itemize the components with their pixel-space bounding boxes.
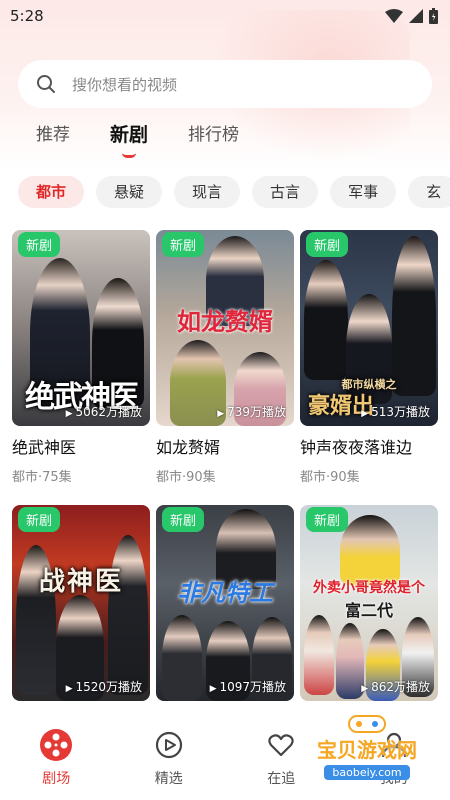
chip-fantasy[interactable]: 玄 (408, 176, 450, 208)
wifi-icon (385, 9, 403, 23)
poster-title-art: 战神医 (38, 567, 123, 597)
drama-poster: 新剧 如龙赘婿 739万播放 (156, 230, 294, 426)
chip-ancient-romance[interactable]: 古言 (252, 176, 319, 208)
search-placeholder: 搜你想看的视频 (72, 75, 178, 94)
poster-title-art: 如龙赘婿 (177, 307, 273, 336)
drama-poster: 新剧 战神医 1520万播放 (12, 505, 150, 701)
tab-ranking[interactable]: 排行榜 (188, 122, 239, 152)
poster-title-art: 外卖小哥竟然是个 (313, 580, 425, 596)
poster-figure (340, 515, 400, 585)
poster-figure (336, 623, 364, 699)
drama-poster: 新剧 外卖小哥竟然是个 富二代 862万播放 (300, 505, 438, 701)
new-drama-badge: 新剧 (18, 507, 61, 532)
chip-urban[interactable]: 都市 (18, 176, 85, 208)
new-drama-badge: 新剧 (162, 507, 205, 532)
drama-title: 如龙赘婿 (156, 438, 221, 457)
new-drama-badge: 新剧 (18, 232, 61, 257)
tab-new-drama[interactable]: 新剧 (110, 122, 149, 158)
battery-icon (429, 8, 438, 24)
nav-label: 精选 (154, 771, 183, 787)
poster-figure (304, 260, 348, 380)
gamepad-icon (348, 715, 386, 733)
drama-poster: 新剧 非凡特工 1097万播放 (156, 505, 294, 701)
nav-label: 剧场 (42, 771, 71, 787)
watermark-logo: 宝贝游戏网 baobeiy.com (302, 706, 432, 786)
poster-figure (304, 615, 334, 695)
new-drama-badge: 新剧 (306, 507, 349, 532)
drama-meta: 都市·75集 (12, 470, 72, 485)
drama-poster: 新剧 都市纵横之 豪婿出 513万播放 (300, 230, 438, 426)
drama-card[interactable]: 新剧 都市纵横之 豪婿出 513万播放 钟声夜夜落谁边 都市·90集 (300, 230, 438, 485)
nav-theater[interactable]: 剧场 (11, 728, 101, 788)
new-drama-badge: 新剧 (162, 232, 205, 257)
drama-meta: 都市·90集 (156, 470, 216, 485)
signal-icon (409, 9, 423, 23)
play-count: 862万播放 (361, 678, 430, 695)
watermark-url: baobeiy.com (324, 765, 410, 780)
drama-title: 钟声夜夜落谁边 (300, 438, 413, 457)
play-count: 1097万播放 (210, 678, 286, 695)
poster-title-art: 非凡特工 (177, 578, 273, 607)
status-time: 5:28 (10, 7, 44, 25)
tab-label: 排行榜 (188, 125, 240, 145)
tab-label: 新剧 (110, 124, 149, 146)
drama-title: 绝武神医 (12, 438, 77, 457)
play-count: 513万播放 (361, 403, 430, 420)
play-count: 739万播放 (217, 403, 286, 420)
new-drama-badge: 新剧 (306, 232, 349, 257)
drama-card[interactable]: 新剧 外卖小哥竟然是个 富二代 862万播放 (300, 505, 438, 701)
poster-figure (162, 615, 202, 701)
watermark-text: 宝贝游戏网 (317, 738, 417, 762)
chip-suspense[interactable]: 悬疑 (96, 176, 163, 208)
search-icon (37, 75, 55, 93)
search-input[interactable]: 搜你想看的视频 (18, 60, 432, 108)
status-icons (385, 8, 438, 24)
tab-label: 推荐 (36, 125, 70, 145)
drama-card[interactable]: 新剧 战神医 1520万播放 (12, 505, 150, 701)
drama-meta: 都市·90集 (300, 470, 360, 485)
film-reel-icon (40, 729, 73, 761)
drama-card[interactable]: 新剧 绝武神医 5062万播放 绝武神医 都市·75集 (12, 230, 150, 485)
status-bar: 5:28 (0, 0, 450, 32)
drama-card[interactable]: 新剧 非凡特工 1097万播放 (156, 505, 294, 701)
heart-icon (268, 734, 294, 757)
drama-card[interactable]: 新剧 如龙赘婿 739万播放 如龙赘婿 都市·90集 (156, 230, 294, 485)
poster-figure (392, 236, 436, 396)
poster-figure (108, 535, 148, 695)
play-count: 1520万播放 (66, 678, 142, 695)
nav-label: 在追 (267, 771, 296, 787)
play-circle-icon (155, 731, 182, 759)
category-chips: 都市 悬疑 现言 古言 军事 玄 (18, 176, 450, 210)
chip-modern-romance[interactable]: 现言 (174, 176, 241, 208)
drama-poster: 新剧 绝武神医 5062万播放 (12, 230, 150, 426)
top-tabs: 推荐 新剧 排行榜 (36, 122, 279, 158)
chip-military[interactable]: 军事 (330, 176, 397, 208)
nav-featured[interactable]: 精选 (124, 728, 214, 788)
poster-subtitle-art: 富二代 (344, 601, 393, 620)
play-count: 5062万播放 (66, 403, 142, 420)
tab-recommend[interactable]: 推荐 (36, 122, 70, 152)
